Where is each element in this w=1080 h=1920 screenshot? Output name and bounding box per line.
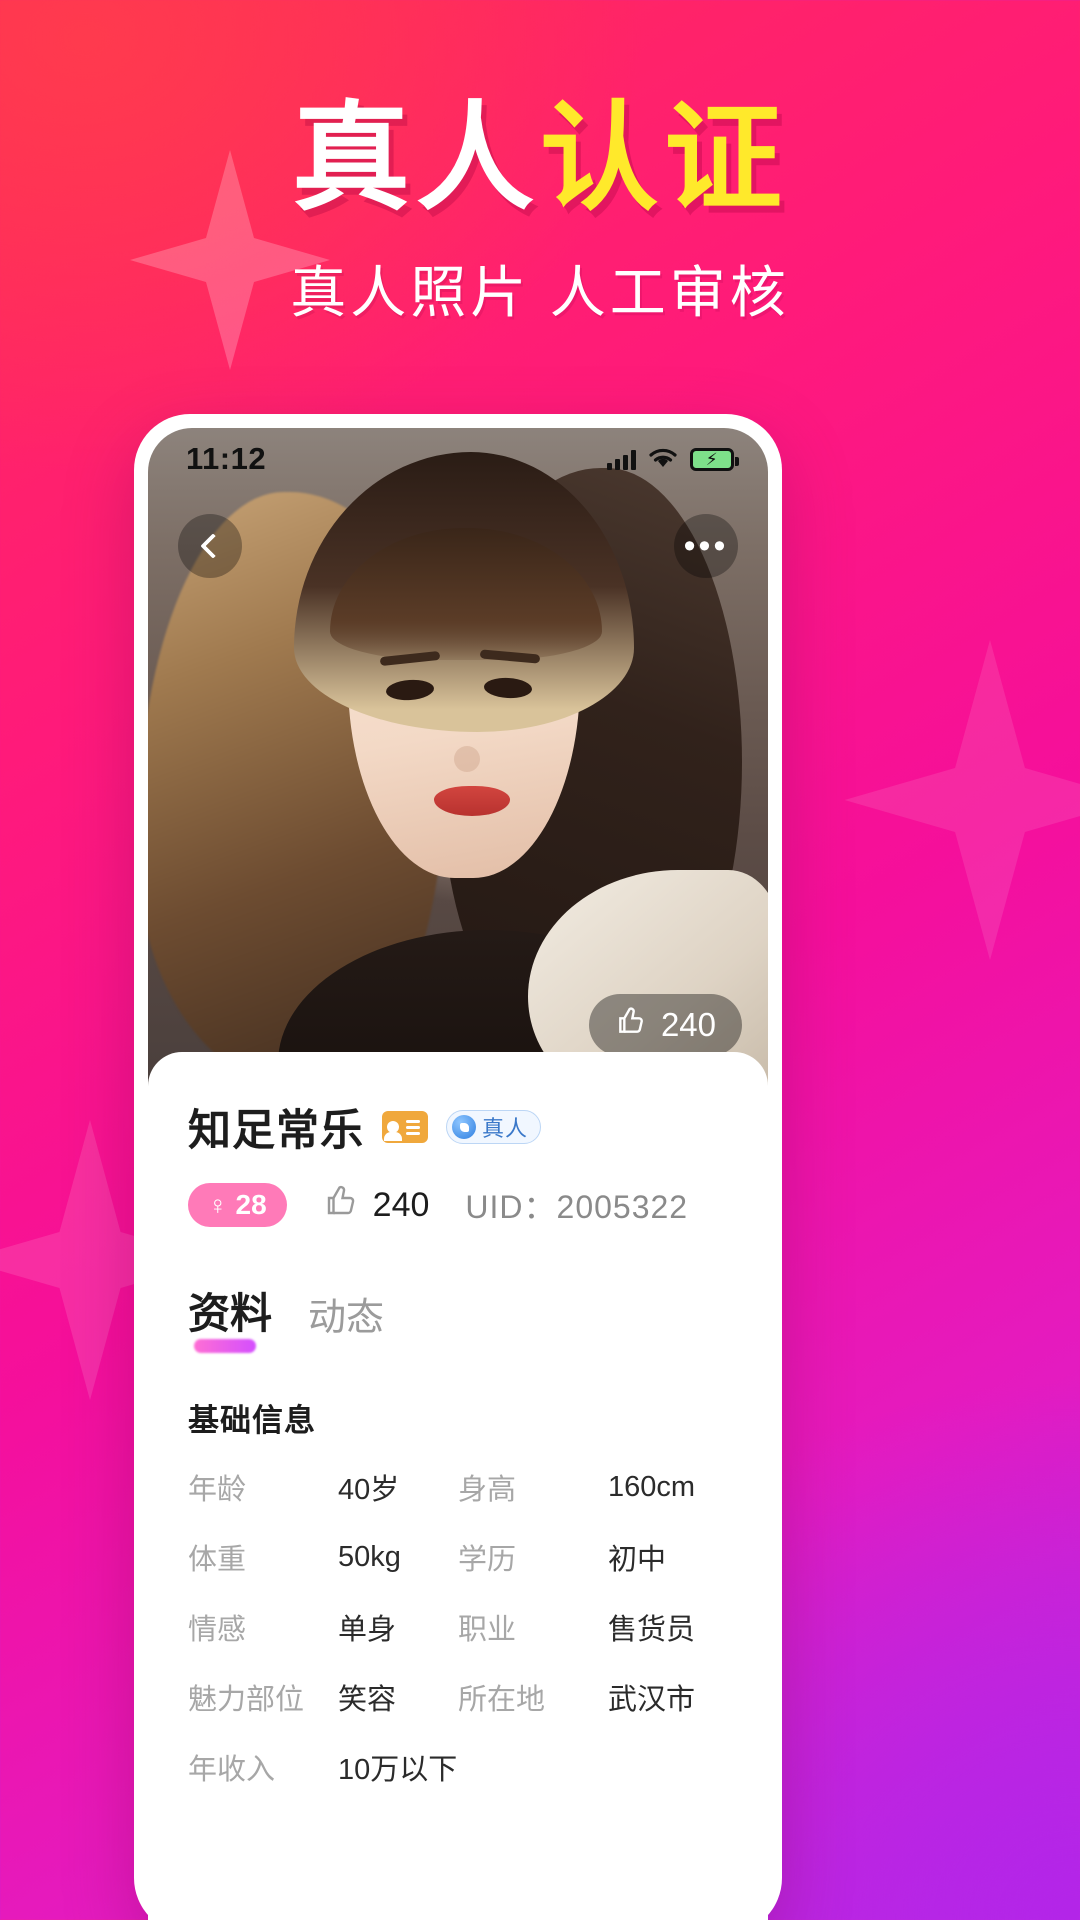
info-row-relationship: 情感 单身	[188, 1606, 458, 1648]
info-key: 学历	[458, 1544, 517, 1576]
wifi-icon	[648, 441, 678, 477]
photo-like-count: 240	[660, 1006, 716, 1043]
profile-tabs: 资料 动态	[188, 1280, 728, 1353]
info-value: 售货员	[608, 1614, 696, 1646]
uid-value: 2005322	[556, 1189, 689, 1225]
female-icon: ♀	[208, 1190, 228, 1220]
id-card-avatar	[384, 1121, 402, 1141]
info-row-income: 年收入 10万以下	[188, 1746, 458, 1788]
info-row-height: 身高 160cm	[458, 1466, 728, 1508]
more-dots-icon: •••	[683, 527, 729, 565]
status-icons: ⚡	[607, 441, 739, 477]
badge-real-label: 真人	[482, 1116, 529, 1141]
sparkle-decor-right	[840, 640, 1080, 960]
back-chevron-icon	[200, 533, 226, 559]
gender-age-badge: ♀ 28	[188, 1183, 287, 1227]
info-key: 身高	[458, 1474, 517, 1506]
info-value: 160cm	[608, 1470, 696, 1503]
status-badge-real-person[interactable]: 真人	[446, 1110, 542, 1144]
battery-charging-icon: ⚡	[690, 447, 739, 471]
phone-screen: 11:12 ⚡ ••• 240 知足常乐 真人 ♀ 28 240 UID：200…	[148, 428, 768, 1920]
section-title-basic-info: 基础信息	[188, 1403, 316, 1438]
hero-subtitle: 真人照片 人工审核	[290, 260, 790, 324]
info-row-education: 学历 初中	[458, 1536, 728, 1578]
uid-label: UID：	[465, 1189, 557, 1225]
profile-age: 28	[235, 1189, 267, 1220]
info-value: 50kg	[338, 1540, 401, 1573]
info-key: 所在地	[458, 1684, 546, 1716]
profile-like-stat[interactable]: 240	[323, 1183, 430, 1228]
info-key: 年龄	[188, 1474, 247, 1506]
profile-stats-row: ♀ 28 240 UID：2005322	[188, 1182, 728, 1228]
info-value: 初中	[608, 1544, 667, 1576]
info-row-occupation: 职业 售货员	[458, 1606, 728, 1648]
profile-info-card: 知足常乐 真人 ♀ 28 240 UID：2005322 资料 动态 基础信息 …	[148, 1052, 768, 1920]
profile-name-row: 知足常乐 真人	[188, 1096, 728, 1158]
page-title: 真人认证	[0, 97, 1080, 222]
tab-moments[interactable]: 动态	[308, 1286, 384, 1353]
info-row-charm: 魅力部位 笑容	[188, 1676, 458, 1718]
tab-profile[interactable]: 资料	[188, 1280, 272, 1353]
photo-nose	[454, 746, 480, 772]
info-key: 年收入	[188, 1754, 276, 1786]
back-button[interactable]	[178, 514, 242, 578]
id-card-icon[interactable]	[382, 1111, 428, 1143]
info-key: 情感	[188, 1614, 247, 1646]
info-value: 单身	[338, 1614, 397, 1646]
info-key: 职业	[458, 1614, 517, 1646]
info-row-weight: 体重 50kg	[188, 1536, 458, 1578]
profile-uid: UID：2005322	[465, 1182, 688, 1228]
thumbs-up-icon	[615, 1005, 647, 1045]
info-row-age: 年龄 40岁	[188, 1466, 458, 1508]
profile-like-count: 240	[372, 1185, 430, 1224]
hero-banner: 真人认证 真人照片 人工审核	[0, 0, 1080, 329]
info-value: 武汉市	[608, 1684, 696, 1716]
info-key: 魅力部位	[188, 1684, 305, 1716]
more-options-button[interactable]: •••	[674, 514, 738, 578]
shield-verified-icon	[452, 1115, 476, 1139]
info-value: 10万以下	[338, 1754, 458, 1786]
photo-like-button[interactable]: 240	[588, 994, 742, 1056]
info-key: 体重	[188, 1544, 247, 1576]
info-value: 笑容	[338, 1684, 397, 1716]
headline-part-yellow: 认证	[540, 93, 789, 225]
phone-mockup: 11:12 ⚡ ••• 240 知足常乐 真人 ♀ 28 240 UID：200…	[134, 414, 782, 1920]
status-bar: 11:12 ⚡	[148, 428, 768, 490]
id-card-lines	[406, 1119, 420, 1135]
basic-info-grid: 年龄 40岁 身高 160cm 体重 50kg 学历 初中 情感 单身 职业 售…	[188, 1466, 728, 1788]
profile-name: 知足常乐	[188, 1107, 364, 1155]
info-row-location: 所在地 武汉市	[458, 1676, 728, 1718]
thumbs-up-icon	[323, 1183, 359, 1228]
headline-part-white: 真人	[291, 93, 540, 225]
signal-bars-icon	[607, 448, 636, 470]
status-time: 11:12	[186, 441, 267, 476]
info-value: 40岁	[338, 1474, 400, 1506]
profile-photo[interactable]: 11:12 ⚡ ••• 240	[148, 428, 768, 1090]
